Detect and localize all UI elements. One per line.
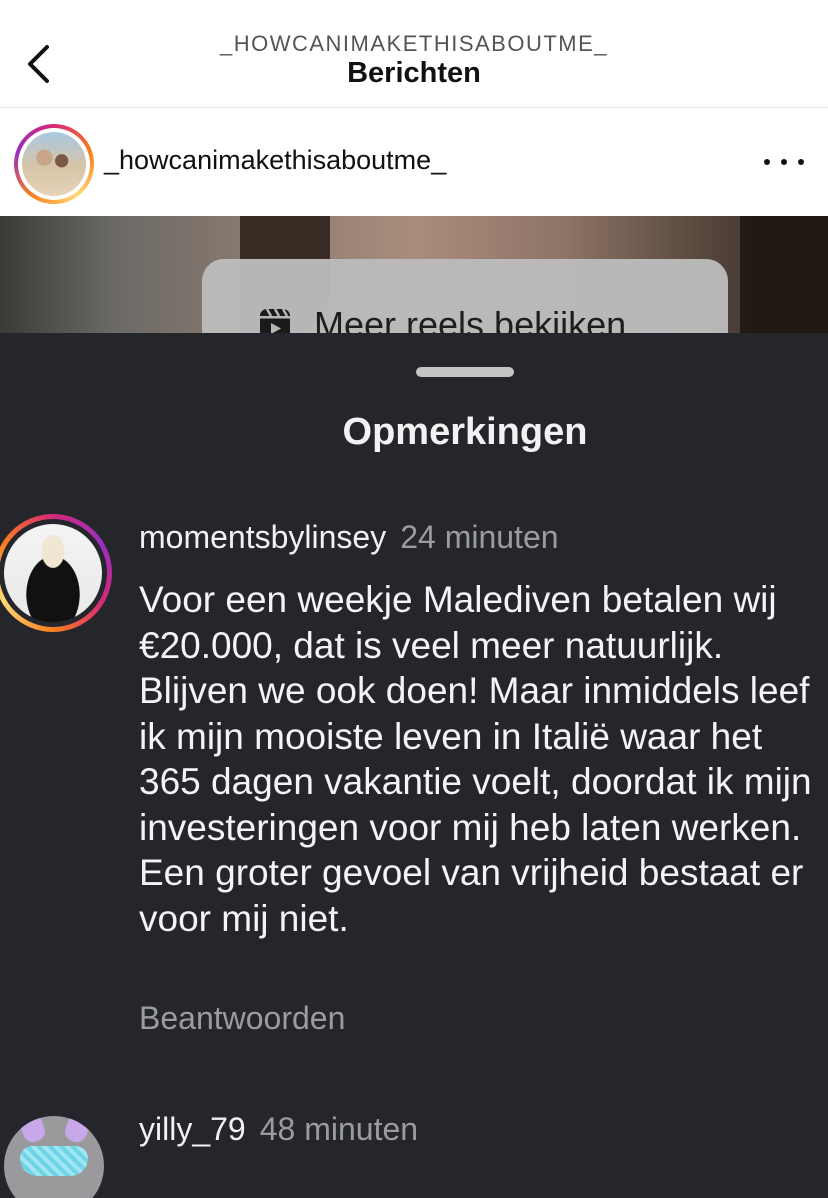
more-horizontal-icon-dot <box>798 159 804 165</box>
avatar-photo <box>4 524 102 622</box>
commenter-avatar[interactable] <box>4 1116 104 1198</box>
comments-title: Opmerkingen <box>342 411 588 453</box>
more-horizontal-icon <box>764 159 770 165</box>
reels-icon <box>260 308 290 334</box>
commenter-avatar[interactable] <box>0 514 112 632</box>
avatar-ear-shape <box>62 1116 92 1145</box>
comment-header: yilly_79 48 minuten <box>139 1111 418 1148</box>
comment-text <box>139 1169 819 1198</box>
comment-username[interactable]: yilly_79 <box>139 1111 246 1147</box>
more-horizontal-icon-dot <box>781 159 787 165</box>
reel-video[interactable]: Meer reels bekijken <box>0 216 828 334</box>
avatar-inner <box>0 519 107 627</box>
avatar-inner <box>18 128 90 200</box>
avatar-ear-shape <box>18 1116 48 1145</box>
comment-timestamp: 24 minuten <box>400 519 559 555</box>
comment-username[interactable]: momentsbylinsey <box>139 519 386 555</box>
avatar-photo <box>22 132 86 196</box>
comment-header: momentsbylinsey 24 minuten <box>139 519 559 556</box>
more-reels-button[interactable]: Meer reels bekijken <box>202 259 728 334</box>
video-background-shape <box>740 216 828 334</box>
comment-text: Voor een weekje Malediven betalen wij €2… <box>139 579 812 939</box>
post-username[interactable]: _howcanimakethisaboutme_ <box>104 145 446 176</box>
comment-timestamp: 48 minuten <box>259 1111 419 1147</box>
account-subtitle: _HOWCANIMAKETHISABOUTME_ <box>219 31 609 56</box>
more-options-button[interactable] <box>764 150 804 174</box>
drag-handle[interactable] <box>416 367 514 377</box>
more-reels-label: Meer reels bekijken <box>314 304 627 334</box>
top-navigation-bar: _HOWCANIMAKETHISABOUTME_ Berichten <box>0 0 828 108</box>
post-author-avatar[interactable] <box>14 124 94 204</box>
avatar-mask-shape <box>20 1146 88 1176</box>
comments-sheet: Opmerkingen momentsbylinsey 24 minuten Vo… <box>0 333 828 1198</box>
page-title: Berichten <box>347 57 481 89</box>
reply-button[interactable]: Beantwoorden <box>139 1000 345 1037</box>
